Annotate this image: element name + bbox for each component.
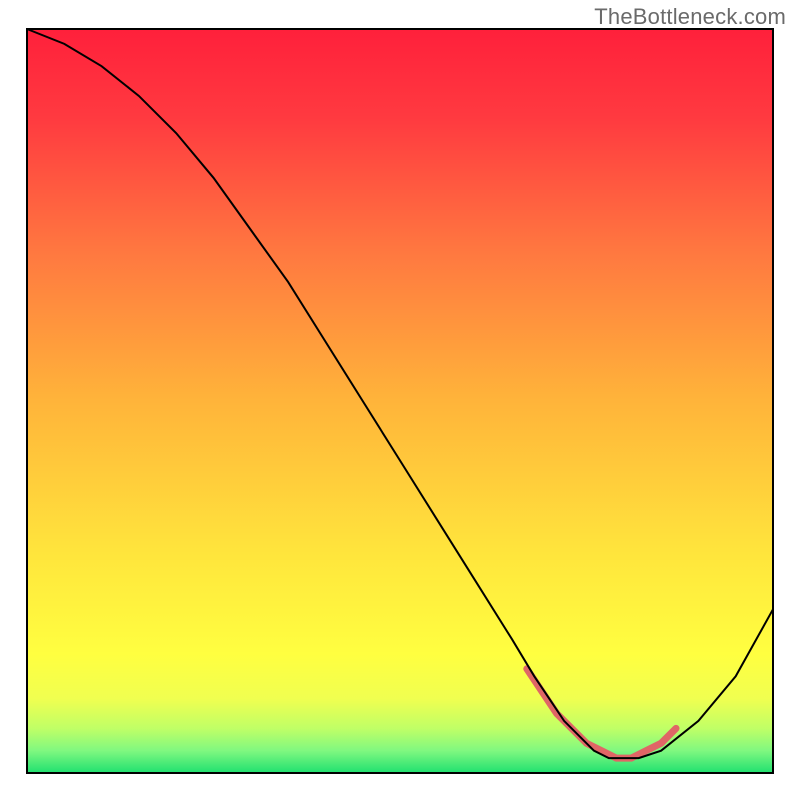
bottleneck-curve-plot xyxy=(0,0,800,800)
plot-gradient-background xyxy=(27,29,773,773)
chart-container: TheBottleneck.com xyxy=(0,0,800,800)
watermark-text: TheBottleneck.com xyxy=(594,4,786,30)
